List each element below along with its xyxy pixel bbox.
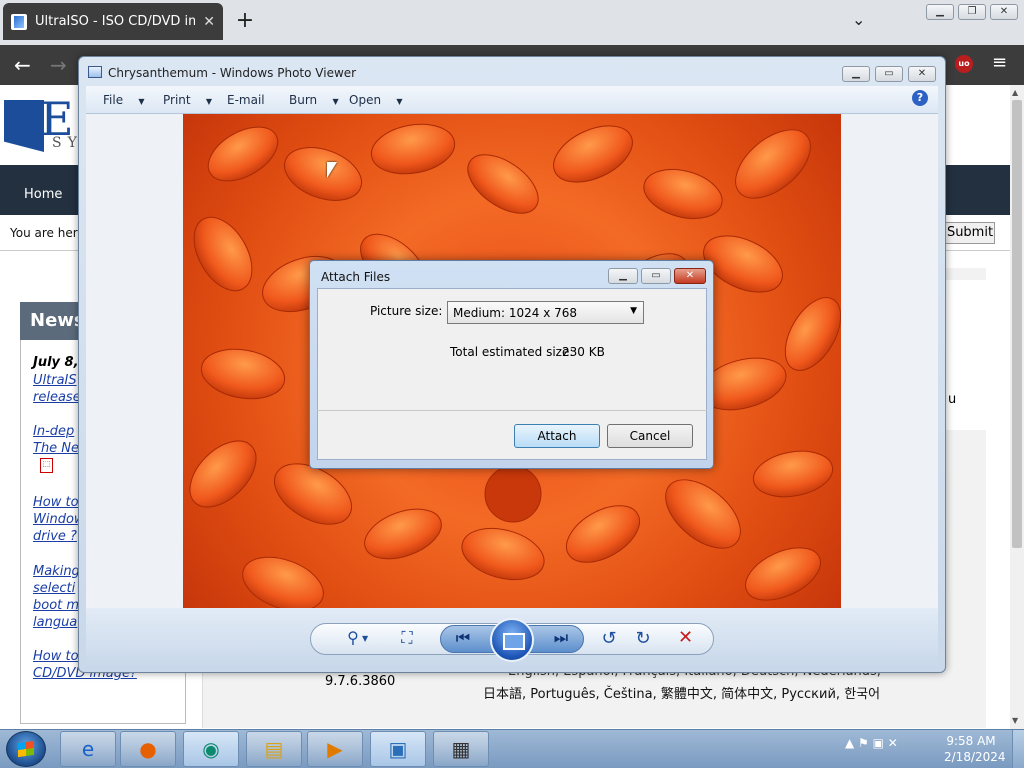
photo-viewer-menubar <box>86 86 938 114</box>
internet-explorer-icon[interactable]: e <box>60 731 116 767</box>
cancel-button[interactable]: Cancel <box>607 424 693 448</box>
browser-tab[interactable]: UltraISO - ISO CD/DVD image c ✕ <box>3 3 223 40</box>
chevron-down-icon: ▼ <box>630 306 637 316</box>
picture-size-value: Medium: 1024 x 768 <box>453 306 578 320</box>
ultraiso-taskbar-icon[interactable]: ▦ <box>433 731 489 767</box>
search-submit-button[interactable]: Submit <box>945 222 995 244</box>
pdf-icon[interactable]: ⬚ <box>40 458 53 473</box>
mouse-cursor-icon <box>327 162 337 178</box>
menu-open[interactable]: Open ▼ <box>349 93 402 107</box>
tab-search-chevron-icon[interactable]: ⌄ <box>852 10 865 29</box>
help-icon[interactable]: ? <box>912 90 928 106</box>
scroll-up-icon[interactable]: ▲ <box>1012 88 1018 97</box>
ultraiso-favicon-icon <box>11 13 27 30</box>
next-icon[interactable]: ⏭ <box>548 628 574 648</box>
picture-size-select[interactable]: Medium: 1024 x 768 ▼ <box>447 301 644 324</box>
slideshow-button[interactable] <box>490 618 534 662</box>
chevron-down-icon: ▼ <box>205 97 213 106</box>
edge-icon[interactable]: ◉ <box>183 731 239 767</box>
news-link[interactable]: langua <box>33 614 77 631</box>
photo-viewer-maximize-button[interactable]: ▭ <box>875 66 903 82</box>
start-button[interactable] <box>6 731 46 767</box>
menu-print-label: Print <box>163 93 191 107</box>
menu-print[interactable]: Print ▼ <box>163 93 212 107</box>
news-date: July 8, <box>33 355 79 370</box>
scrollbar-thumb[interactable] <box>1012 100 1022 548</box>
previous-icon[interactable]: ⏮ <box>450 628 476 648</box>
system-tray-icons[interactable]: ▲ ⚑ ▣ ✕ <box>845 736 945 750</box>
clock-time: 9:58 AM <box>946 734 996 748</box>
nav-home-link[interactable]: Home <box>24 187 62 202</box>
news-link[interactable]: selecti <box>33 580 75 597</box>
photo-viewer-close-button[interactable]: ✕ <box>908 66 936 82</box>
total-size-value: 230 KB <box>562 345 605 359</box>
news-link[interactable]: How to <box>33 648 79 665</box>
media-player-icon[interactable]: ▶ <box>307 731 363 767</box>
content-panel <box>940 280 986 430</box>
dialog-close-button[interactable]: ✕ <box>674 268 706 284</box>
photo-viewer-app-icon <box>88 66 102 78</box>
news-link[interactable]: How to <box>33 494 79 511</box>
news-link[interactable]: drive ? <box>33 528 77 545</box>
news-link[interactable]: In-dep <box>33 423 74 440</box>
ublock-extension-icon[interactable]: uo <box>955 55 973 73</box>
total-size-label: Total estimated size: <box>450 345 574 359</box>
browser-menu-icon[interactable]: ≡ <box>992 52 1007 73</box>
menu-burn-label: Burn <box>289 93 318 107</box>
zoom-chevron-down-icon[interactable]: ▼ <box>362 634 368 643</box>
news-link[interactable]: UltraIS <box>33 372 77 389</box>
tab-close-icon[interactable]: ✕ <box>203 14 215 30</box>
show-desktop-button[interactable] <box>1012 730 1024 768</box>
delete-icon[interactable]: ✕ <box>678 627 693 648</box>
news-link[interactable]: release <box>33 389 81 406</box>
languages-line-2: 日本語, Português, Čeština, 繁體中文, 简体中文, Рус… <box>483 687 881 702</box>
breadcrumb: You are her <box>10 226 78 240</box>
version-number: 9.7.6.3860 <box>325 674 396 689</box>
rotate-counterclockwise-icon[interactable]: ↺ <box>596 628 622 649</box>
dialog-minimize-button[interactable]: ▁ <box>608 268 638 284</box>
chevron-down-icon: ▼ <box>332 97 339 106</box>
rotate-clockwise-icon[interactable]: ↻ <box>630 628 656 649</box>
menu-open-label: Open <box>349 93 382 107</box>
picture-size-label: Picture size: <box>370 304 443 318</box>
menu-burn[interactable]: Burn ▼ <box>289 93 339 107</box>
clock-date: 2/18/2024 <box>944 750 1006 764</box>
photo-viewer-taskbar-icon[interactable]: ▣ <box>370 731 426 767</box>
news-link[interactable]: Making <box>33 563 80 580</box>
file-explorer-icon[interactable]: ▤ <box>246 731 302 767</box>
browser-restore-button[interactable]: ❐ <box>958 4 986 20</box>
firefox-icon[interactable]: ● <box>120 731 176 767</box>
photo-viewer-minimize-button[interactable]: ▁ <box>842 66 870 82</box>
photo-viewer-title: Chrysanthemum - Windows Photo Viewer <box>108 66 357 80</box>
menu-file-label: File <box>103 93 124 107</box>
menu-file[interactable]: File ▼ <box>103 93 145 107</box>
taskbar-clock[interactable]: 9:58 AM 2/18/2024 <box>944 733 1006 765</box>
scroll-down-icon[interactable]: ▼ <box>1012 716 1018 725</box>
content-text-fragment: u <box>948 392 957 407</box>
forward-arrow-icon[interactable]: → <box>50 53 67 77</box>
dialog-maximize-button[interactable]: ▭ <box>641 268 671 284</box>
tab-title: UltraISO - ISO CD/DVD image c <box>35 14 196 29</box>
attach-button[interactable]: Attach <box>514 424 600 448</box>
news-link[interactable]: The Ne <box>33 440 79 457</box>
menu-email[interactable]: E-mail <box>227 93 265 107</box>
news-link[interactable]: boot m <box>33 597 79 614</box>
menu-email-label: E-mail <box>227 93 265 107</box>
chevron-down-icon: ▼ <box>138 97 145 106</box>
actual-size-icon[interactable]: ⛶ <box>394 628 420 648</box>
chevron-down-icon: ▼ <box>396 97 403 106</box>
browser-close-button[interactable]: ✕ <box>990 4 1018 20</box>
new-tab-button[interactable]: + <box>232 8 258 33</box>
browser-minimize-button[interactable]: ▁ <box>926 4 954 20</box>
news-link[interactable]: Window <box>33 511 85 528</box>
dialog-title: Attach Files <box>321 270 391 284</box>
dialog-divider <box>317 410 707 411</box>
back-arrow-icon[interactable]: ← <box>14 53 31 77</box>
